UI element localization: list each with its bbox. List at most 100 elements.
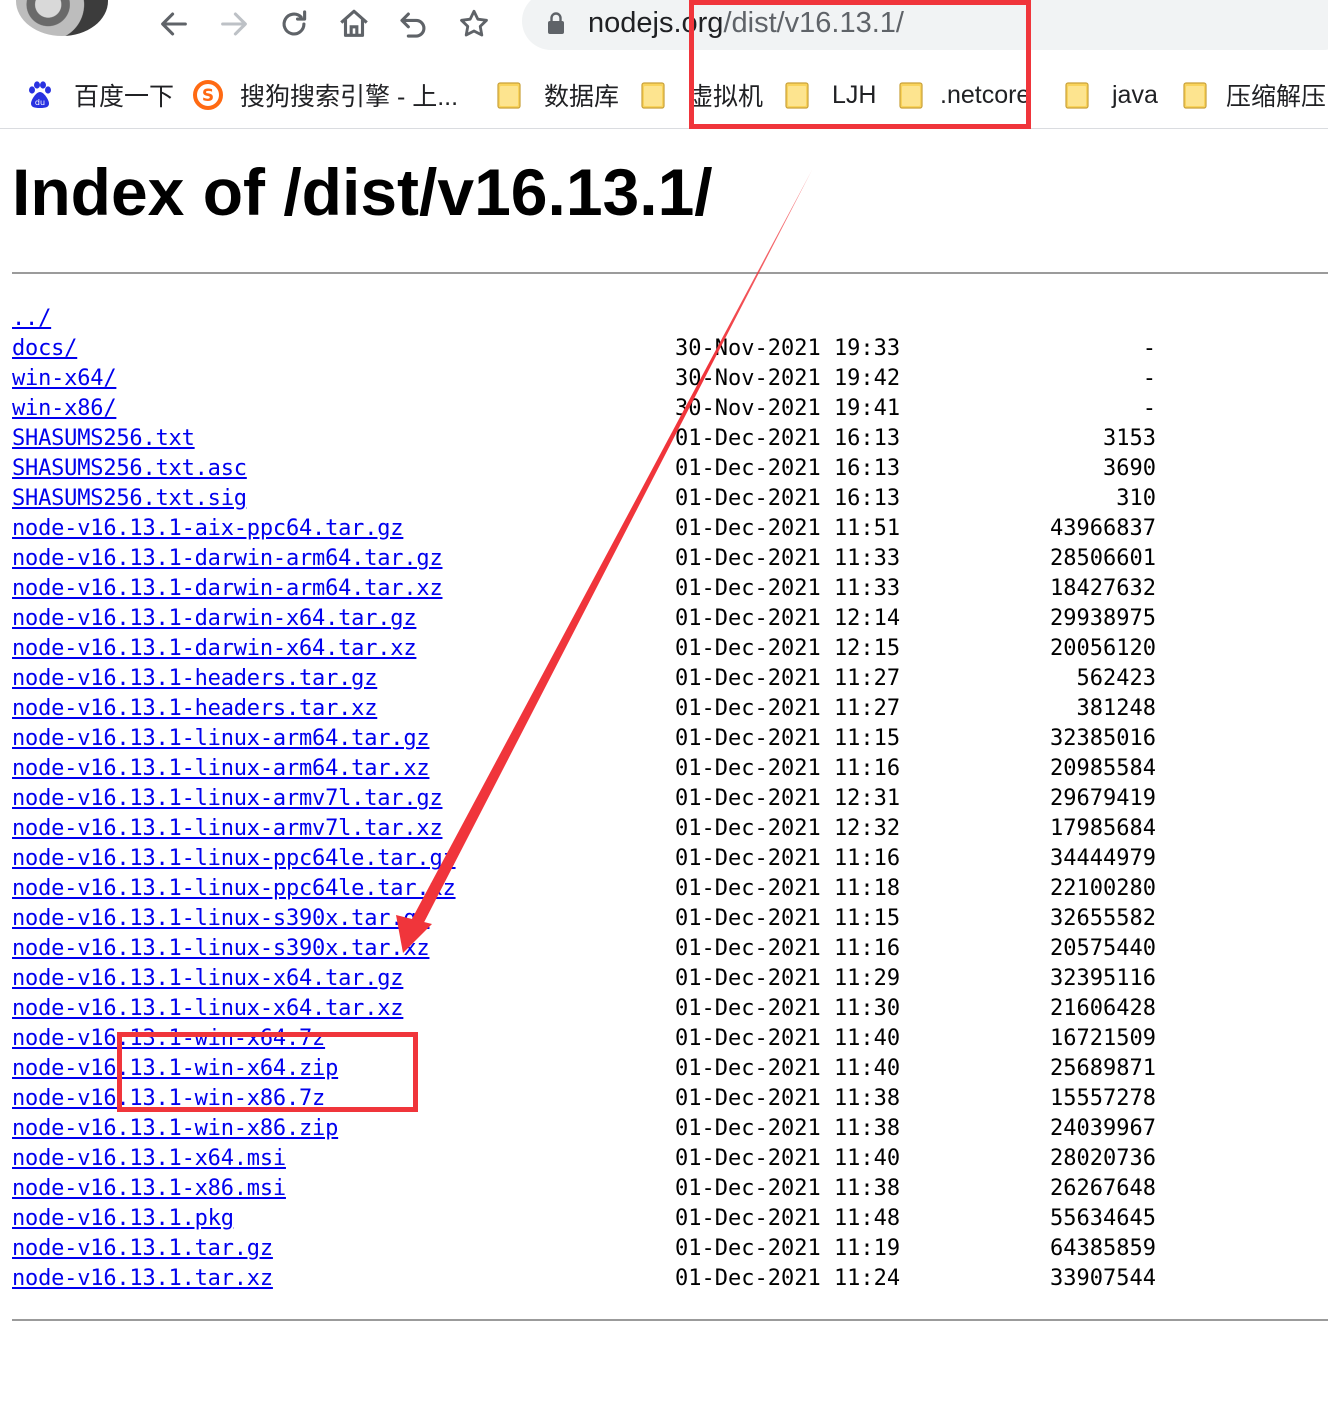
file-link[interactable]: node-v16.13.1.tar.xz [12,1264,273,1294]
file-link[interactable]: node-v16.13.1-linux-s390x.tar.xz [12,934,430,964]
bookmark-folder-database[interactable]: 数据库 [496,78,619,112]
file-date: 01-Dec-2021 16:13 [675,426,901,451]
file-size: 32395116 [1050,966,1156,991]
file-link[interactable]: node-v16.13.1-darwin-arm64.tar.gz [12,544,443,574]
bookmark-folder-compress[interactable]: 压缩解压 [1182,78,1326,112]
file-date: 01-Dec-2021 11:40 [675,1026,901,1051]
bottom-divider [12,1319,1328,1321]
file-link[interactable]: node-v16.13.1.tar.gz [12,1234,273,1264]
home-button[interactable] [334,4,374,44]
file-size: 29679419 [1050,786,1156,811]
listing-row: node-v16.13.1.tar.gz 01-Dec-2021 11:19 643… [12,1234,1192,1264]
file-link[interactable]: node-v16.13.1-darwin-arm64.tar.xz [12,574,443,604]
file-date: 01-Dec-2021 11:24 [675,1266,901,1291]
file-link[interactable]: node-v16.13.1-linux-x64.tar.xz [12,994,404,1024]
listing-row: node-v16.13.1.pkg 01-Dec-2021 11:48 556346… [12,1204,1192,1234]
file-size: 21606428 [1050,996,1156,1021]
file-date: 30-Nov-2021 19:33 [675,336,901,361]
listing-row: node-v16.13.1-linux-x64.tar.gz 01-Dec-202… [12,964,1192,994]
file-link[interactable]: win-x86/ [12,394,117,424]
listing-row: node-v16.13.1-linux-arm64.tar.xz 01-Dec-2… [12,754,1192,784]
file-link[interactable]: node-v16.13.1.pkg [12,1204,234,1234]
listing-row: SHASUMS256.txt.asc 01-Dec-2021 16:13 3690 [12,454,1192,484]
profile-avatar[interactable] [16,0,108,36]
file-size: 24039967 [1050,1116,1156,1141]
file-size: 20985584 [1050,756,1156,781]
file-size: 25689871 [1050,1056,1156,1081]
file-link[interactable]: node-v16.13.1-darwin-x64.tar.gz [12,604,417,634]
file-link[interactable]: win-x64/ [12,364,117,394]
file-link[interactable]: node-v16.13.1-linux-ppc64le.tar.xz [12,874,456,904]
file-date: 01-Dec-2021 12:32 [675,816,901,841]
file-link[interactable]: SHASUMS256.txt.sig [12,484,247,514]
file-link[interactable]: node-v16.13.1-linux-s390x.tar.gz [12,904,430,934]
folder-icon [1065,82,1089,109]
file-link[interactable]: node-v16.13.1-aix-ppc64.tar.gz [12,514,404,544]
file-link[interactable]: node-v16.13.1-headers.tar.gz [12,664,377,694]
file-link[interactable]: node-v16.13.1-linux-x64.tar.gz [12,964,404,994]
bookmark-baidu[interactable]: du 百度一下 [26,78,174,112]
file-link[interactable]: node-v16.13.1-linux-ppc64le.tar.gz [12,844,456,874]
listing-row: SHASUMS256.txt 01-Dec-2021 16:13 3153 [12,424,1192,454]
listing-row: ../ [12,304,1192,334]
reload-button[interactable] [274,4,314,44]
file-date: 01-Dec-2021 11:38 [675,1176,901,1201]
file-date: 01-Dec-2021 11:40 [675,1146,901,1171]
reload-icon [282,10,307,36]
listing-row: node-v16.13.1-x64.msi 01-Dec-2021 11:40 28… [12,1144,1192,1174]
baidu-paw-icon: du [29,81,51,108]
sogou-s-icon: S [193,80,223,110]
listing-row: docs/30-Nov-2021 19:33 - [12,334,1192,364]
undo-button[interactable] [394,4,434,44]
browser-toolbar: nodejs.org/dist/v16.13.1/ [0,0,1328,62]
listing-row: node-v16.13.1-linux-armv7l.tar.gz 01-Dec-… [12,784,1192,814]
file-date: 01-Dec-2021 12:14 [675,606,901,631]
file-link[interactable]: node-v16.13.1-x64.msi [12,1144,286,1174]
file-link[interactable]: node-v16.13.1-x86.msi [12,1174,286,1204]
file-size: - [1142,336,1156,361]
file-date: 01-Dec-2021 11:19 [675,1236,901,1261]
listing-row: node-v16.13.1-linux-armv7l.tar.xz 01-Dec-… [12,814,1192,844]
top-divider [12,272,1328,274]
file-link[interactable]: node-v16.13.1-headers.tar.xz [12,694,377,724]
file-date: 01-Dec-2021 11:33 [675,576,901,601]
file-link[interactable]: node-v16.13.1-linux-armv7l.tar.gz [12,784,443,814]
file-size: - [1142,366,1156,391]
file-link[interactable]: SHASUMS256.txt.asc [12,454,247,484]
listing-row: node-v16.13.1-linux-x64.tar.xz 01-Dec-202… [12,994,1192,1024]
file-link[interactable]: node-v16.13.1-darwin-x64.tar.xz [12,634,417,664]
star-icon [460,9,488,37]
annotation-url-highlight-box [689,0,1031,129]
file-size: 17985684 [1050,816,1156,841]
back-button[interactable] [154,4,194,44]
listing-row: node-v16.13.1-headers.tar.xz 01-Dec-2021 … [12,694,1192,724]
file-link[interactable]: node-v16.13.1-win-x86.zip [12,1114,338,1144]
arrow-left-icon [161,12,187,36]
bookmark-sogou[interactable]: S 搜狗搜索引擎 - 上... [192,78,458,112]
bookmark-label: 搜狗搜索引擎 - 上... [240,83,459,111]
bookmark-folder-java[interactable]: java [1064,78,1158,112]
file-link[interactable]: docs/ [12,334,77,364]
file-date: 01-Dec-2021 11:30 [675,996,901,1021]
file-date: 01-Dec-2021 16:13 [675,486,901,511]
file-size: 20575440 [1050,936,1156,961]
file-size: 3690 [1103,456,1156,481]
bookmark-label: 压缩解压 [1226,83,1327,111]
file-link[interactable]: node-v16.13.1-linux-arm64.tar.gz [12,724,430,754]
file-link[interactable]: SHASUMS256.txt [12,424,195,454]
file-size: 26267648 [1050,1176,1156,1201]
file-size: 33907544 [1050,1266,1156,1291]
forward-button[interactable] [214,4,254,44]
svg-text:du: du [35,98,45,107]
file-date: 01-Dec-2021 11:40 [675,1056,901,1081]
file-link[interactable]: ../ [12,304,51,334]
listing-row: win-x86/30-Nov-2021 19:41 - [12,394,1192,424]
file-size: 28506601 [1050,546,1156,571]
file-date: 01-Dec-2021 11:38 [675,1086,901,1111]
file-link[interactable]: node-v16.13.1-linux-arm64.tar.xz [12,754,430,784]
bookmark-star-button[interactable] [454,4,494,44]
file-link[interactable]: node-v16.13.1-linux-armv7l.tar.xz [12,814,443,844]
file-date: 30-Nov-2021 19:41 [675,396,901,421]
file-size: 32655582 [1050,906,1156,931]
file-size: 64385859 [1050,1236,1156,1261]
